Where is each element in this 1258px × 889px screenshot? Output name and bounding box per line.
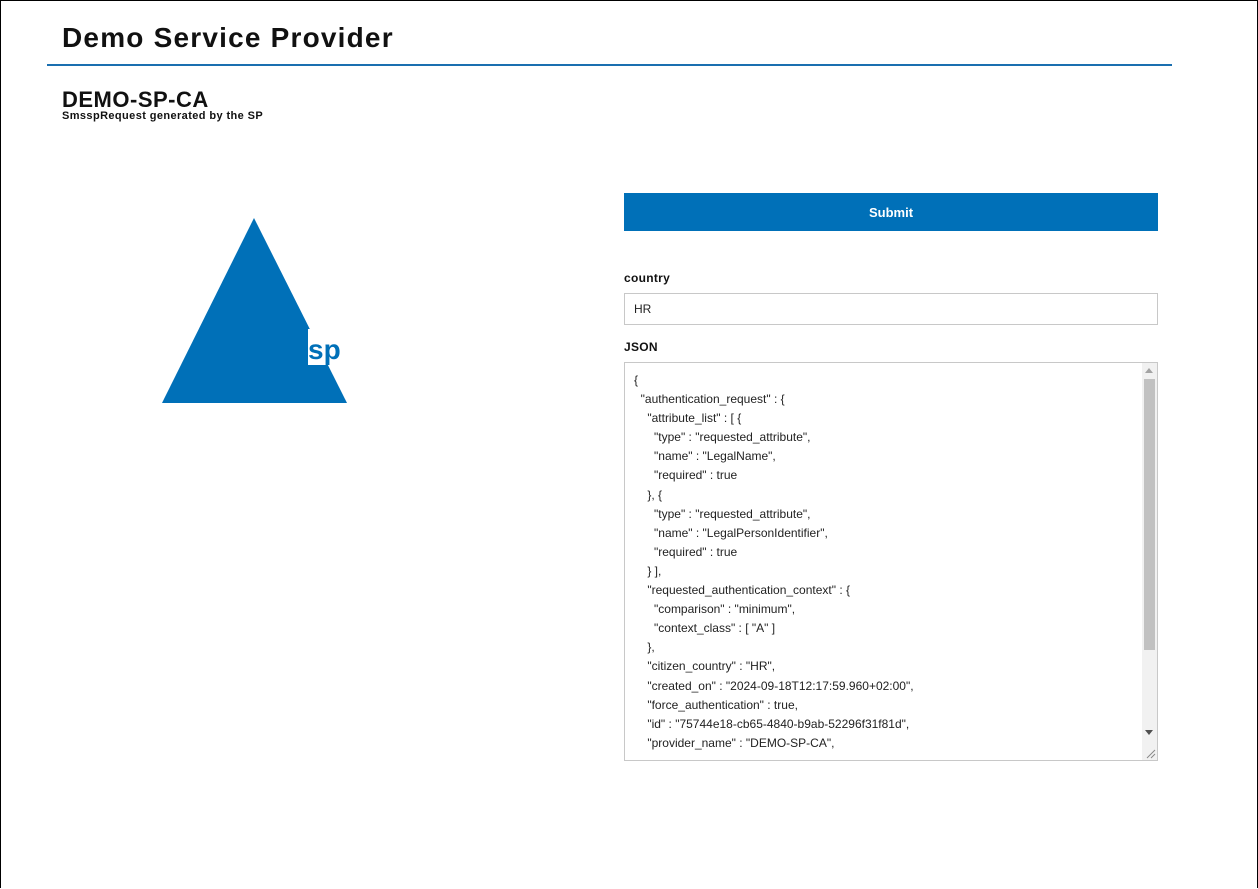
scroll-up-icon[interactable] [1145,368,1153,373]
json-scrollbar[interactable] [1142,363,1157,760]
submit-button[interactable]: Submit [624,193,1158,231]
logo-text: sp [308,334,341,365]
sp-logo: sp [162,218,354,403]
header-divider [47,64,1172,66]
site-title: Demo Service Provider [62,22,394,53]
provider-subtitle: SmsspRequest generated by the SP [62,110,264,122]
resize-grip-icon[interactable] [1144,747,1156,759]
country-label: country [624,271,671,285]
json-textarea[interactable]: { "authentication_request" : { "attribut… [624,362,1158,761]
country-input[interactable] [624,293,1158,325]
scrollbar-thumb[interactable] [1144,379,1155,650]
json-content[interactable]: { "authentication_request" : { "attribut… [634,371,914,753]
scroll-down-icon[interactable] [1145,730,1153,735]
logo-triangle [162,218,347,403]
json-label: JSON [624,340,658,354]
